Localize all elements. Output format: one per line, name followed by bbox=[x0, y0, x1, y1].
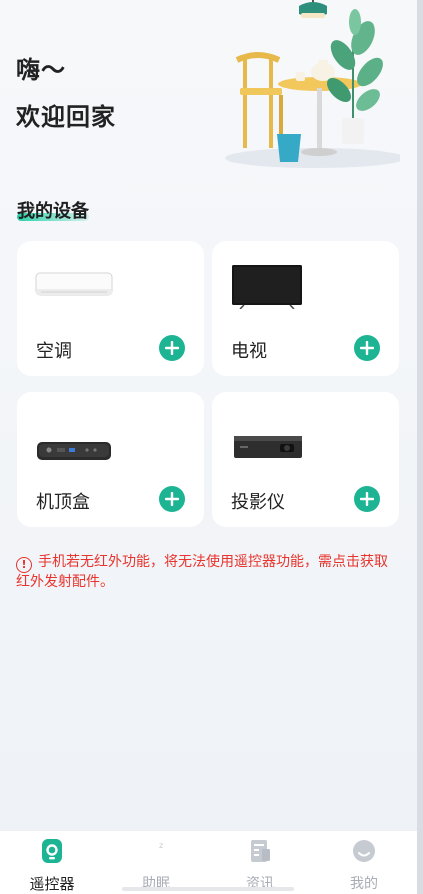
device-label: 投影仪 bbox=[231, 492, 285, 513]
remote-home-page: 嗨～ 欢迎回家 我的设备 空调 电视 机顶盒 投影仪 ! 手机若无红外功能，将无… bbox=[0, 0, 423, 894]
tab-news[interactable]: 资讯 bbox=[208, 839, 312, 893]
greeting: 嗨～ 欢迎回家 bbox=[16, 50, 116, 132]
device-card-tv[interactable]: 电视 bbox=[212, 241, 399, 376]
air-conditioner-image bbox=[35, 272, 113, 296]
tab-sleep[interactable]: z 助眠 bbox=[104, 839, 208, 893]
news-icon bbox=[251, 840, 270, 862]
moon-icon: z bbox=[147, 841, 163, 860]
scrollbar-track[interactable] bbox=[417, 0, 423, 894]
infrared-notice[interactable]: ! 手机若无红外功能，将无法使用遥控器功能，需点击获取红外发射配件。 bbox=[16, 553, 396, 591]
tab-profile[interactable]: 我的 bbox=[312, 839, 416, 893]
remote-icon bbox=[42, 839, 62, 863]
device-label: 空调 bbox=[36, 341, 72, 362]
device-card-projector[interactable]: 投影仪 bbox=[212, 392, 399, 527]
device-card-air-conditioner[interactable]: 空调 bbox=[17, 241, 204, 376]
plus-icon bbox=[360, 492, 374, 506]
set-top-box-image bbox=[37, 442, 111, 460]
plus-icon bbox=[165, 492, 179, 506]
notice-text: 手机若无红外功能，将无法使用遥控器功能，需点击获取红外发射配件。 bbox=[16, 554, 388, 590]
tab-label: 遥控器 bbox=[29, 875, 75, 893]
add-device-button[interactable] bbox=[159, 486, 185, 512]
tab-label: 我的 bbox=[350, 876, 378, 892]
add-device-button[interactable] bbox=[159, 335, 185, 361]
profile-icon bbox=[353, 840, 375, 862]
device-label: 机顶盒 bbox=[36, 492, 90, 513]
projector-image bbox=[234, 436, 302, 458]
tv-image bbox=[232, 265, 302, 309]
home-indicator bbox=[122, 887, 294, 891]
section-title: 我的设备 bbox=[17, 201, 89, 222]
add-device-button[interactable] bbox=[354, 335, 380, 361]
greeting-hello: 嗨～ bbox=[16, 56, 66, 84]
plus-icon bbox=[360, 341, 374, 355]
svg-text:z: z bbox=[159, 841, 163, 850]
home-illustration bbox=[225, 0, 400, 168]
add-device-button[interactable] bbox=[354, 486, 380, 512]
device-label: 电视 bbox=[231, 341, 267, 362]
plus-icon bbox=[165, 341, 179, 355]
greeting-welcome: 欢迎回家 bbox=[16, 103, 116, 131]
device-card-set-top-box[interactable]: 机顶盒 bbox=[17, 392, 204, 527]
tab-remote[interactable]: 遥控器 bbox=[0, 839, 104, 894]
warning-icon: ! bbox=[16, 557, 32, 573]
bottom-tab-bar: 遥控器 z 助眠 资讯 我的 bbox=[0, 830, 417, 894]
